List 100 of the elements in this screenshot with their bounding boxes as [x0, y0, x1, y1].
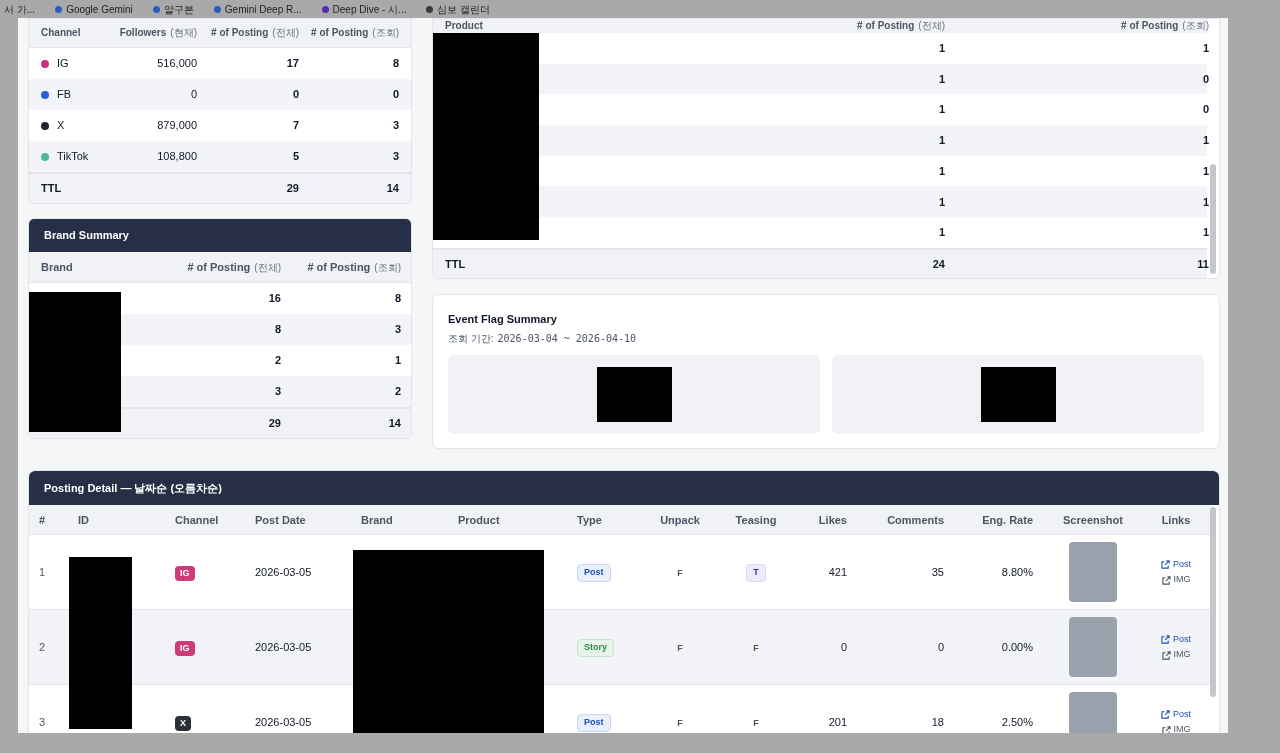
table-cell-text: 7	[291, 118, 299, 134]
link[interactable]: IMG	[1161, 648, 1191, 662]
table-cell-text: 0	[1201, 102, 1209, 118]
channel-name: FB	[57, 87, 72, 103]
table-cell-text: 1	[1201, 133, 1209, 149]
table-cell-text: 2	[393, 384, 401, 400]
link[interactable]: Post	[1161, 707, 1191, 722]
photo-placeholder	[1069, 617, 1117, 678]
post-date: 2026-03-05	[255, 566, 312, 579]
link[interactable]: IMG	[1161, 573, 1191, 587]
table-cell: 0.00%	[1001, 641, 1033, 654]
column-header: Product	[445, 19, 484, 33]
table-cell-text: 1	[1201, 225, 1209, 241]
channel-name: X	[57, 118, 65, 134]
table-cell-text: 1	[393, 353, 401, 369]
table-cell-text: 1	[1201, 194, 1209, 210]
channel-name: TikTok	[57, 149, 89, 165]
period-label: 조회 기간:	[448, 332, 494, 347]
type-tag: Post	[577, 714, 611, 732]
table-cell-text: 8	[273, 322, 281, 338]
external-link-icon	[1161, 725, 1171, 733]
table-cell-text: 3	[391, 118, 399, 134]
table-cell-text: 1	[937, 225, 945, 241]
post-date: 2026-03-05	[255, 641, 312, 654]
table-cell-text: 1	[937, 41, 945, 57]
table-cell-text: 3	[391, 149, 399, 165]
table-cell-text: 14	[387, 416, 401, 432]
row-number: 1	[39, 566, 46, 579]
external-link-icon	[1161, 575, 1171, 585]
external-link-icon	[1161, 635, 1170, 645]
teasing-tag: T	[746, 564, 766, 582]
column-header: Product	[457, 512, 501, 528]
table-cell-text: 3	[273, 384, 281, 400]
table-cell-text: 879,000	[156, 118, 197, 134]
table-cell-text: 16	[267, 291, 281, 307]
unpack-value: F	[677, 643, 683, 654]
column-header: Likes	[817, 512, 848, 528]
column-header: Links	[1160, 512, 1192, 528]
table-cell: 421	[828, 566, 847, 579]
bookmark-link[interactable]: Google Gemini	[66, 1, 133, 17]
table-cell-text: 14	[385, 181, 399, 197]
link[interactable]: Post	[1161, 632, 1191, 647]
external-link-icon	[1161, 650, 1171, 660]
column-header: # of Posting (조회)	[306, 259, 401, 275]
teasing-value: F	[753, 643, 759, 654]
table-cell: 35	[931, 566, 944, 579]
table-cell-text: 24	[931, 256, 945, 272]
table-cell-text: 8	[393, 291, 401, 307]
unpack-value: F	[677, 568, 683, 579]
bookmark-link[interactable]: 알구본	[163, 1, 194, 17]
type-tag: Story	[577, 639, 614, 657]
table-cell-text: 17	[285, 56, 299, 72]
link[interactable]: IMG	[1161, 723, 1191, 733]
teasing-value: F	[753, 718, 759, 729]
column-header: Followers (현재)	[118, 27, 197, 39]
table-cell-text: 5	[291, 149, 299, 165]
table-cell-text: 8	[391, 56, 399, 72]
table-cell-text: 0	[1201, 71, 1209, 87]
channel-tag: IG	[175, 565, 195, 582]
bookmark-link[interactable]: Deep Dive - 시...	[332, 1, 407, 17]
table-cell-text: 2	[273, 353, 281, 369]
column-header: Post Date	[254, 512, 307, 528]
table-cell-text: 0	[189, 87, 197, 103]
column-header: ID	[77, 512, 90, 528]
table-cell: 2.50%	[1001, 716, 1033, 729]
column-header: Channel	[41, 27, 82, 39]
table-cell-text: 11	[1196, 256, 1209, 272]
link[interactable]: Post	[1161, 557, 1191, 572]
row-number: 2	[39, 641, 46, 654]
column-header: Teasing	[734, 512, 778, 528]
column-header: Type	[576, 512, 603, 528]
column-header: Unpack	[659, 512, 701, 528]
row-number: 3	[39, 716, 46, 729]
column-header: Brand	[41, 259, 74, 275]
type-tag: Post	[577, 564, 611, 582]
bookmark-link[interactable]: 서 가...	[4, 1, 36, 17]
table-cell-text: 108,800	[156, 149, 197, 165]
column-header: # of Posting (전체)	[186, 259, 281, 275]
table-cell: 8.80%	[1001, 566, 1033, 579]
table-cell: 18	[931, 716, 944, 729]
column-header: #	[38, 512, 47, 528]
total-label: TTL	[41, 181, 63, 197]
external-link-icon	[1161, 560, 1170, 570]
table-cell-text: 1	[1201, 41, 1209, 57]
bookmark-link[interactable]: 심보 캘린더	[437, 1, 491, 17]
table-cell-text: 1	[1201, 163, 1209, 179]
table-cell-text: 1	[937, 163, 945, 179]
table-cell-text: 0	[291, 87, 299, 103]
column-header: Screenshot	[1062, 512, 1124, 528]
channel-name: IG	[57, 56, 69, 72]
column-header: Brand	[360, 512, 394, 528]
external-link-icon	[1161, 710, 1170, 720]
table-cell-text: 29	[285, 181, 299, 197]
table-cell-text: 1	[937, 102, 945, 118]
bookmark-link[interactable]: Gemini Deep R...	[224, 1, 302, 17]
post-date: 2026-03-05	[255, 716, 312, 729]
total-label: TTL	[445, 256, 467, 272]
card-title: Posting Detail — 날짜순 (오름차순)	[29, 471, 1219, 506]
table-cell-text: 1	[937, 194, 945, 210]
column-header: Eng. Rate	[981, 512, 1034, 528]
